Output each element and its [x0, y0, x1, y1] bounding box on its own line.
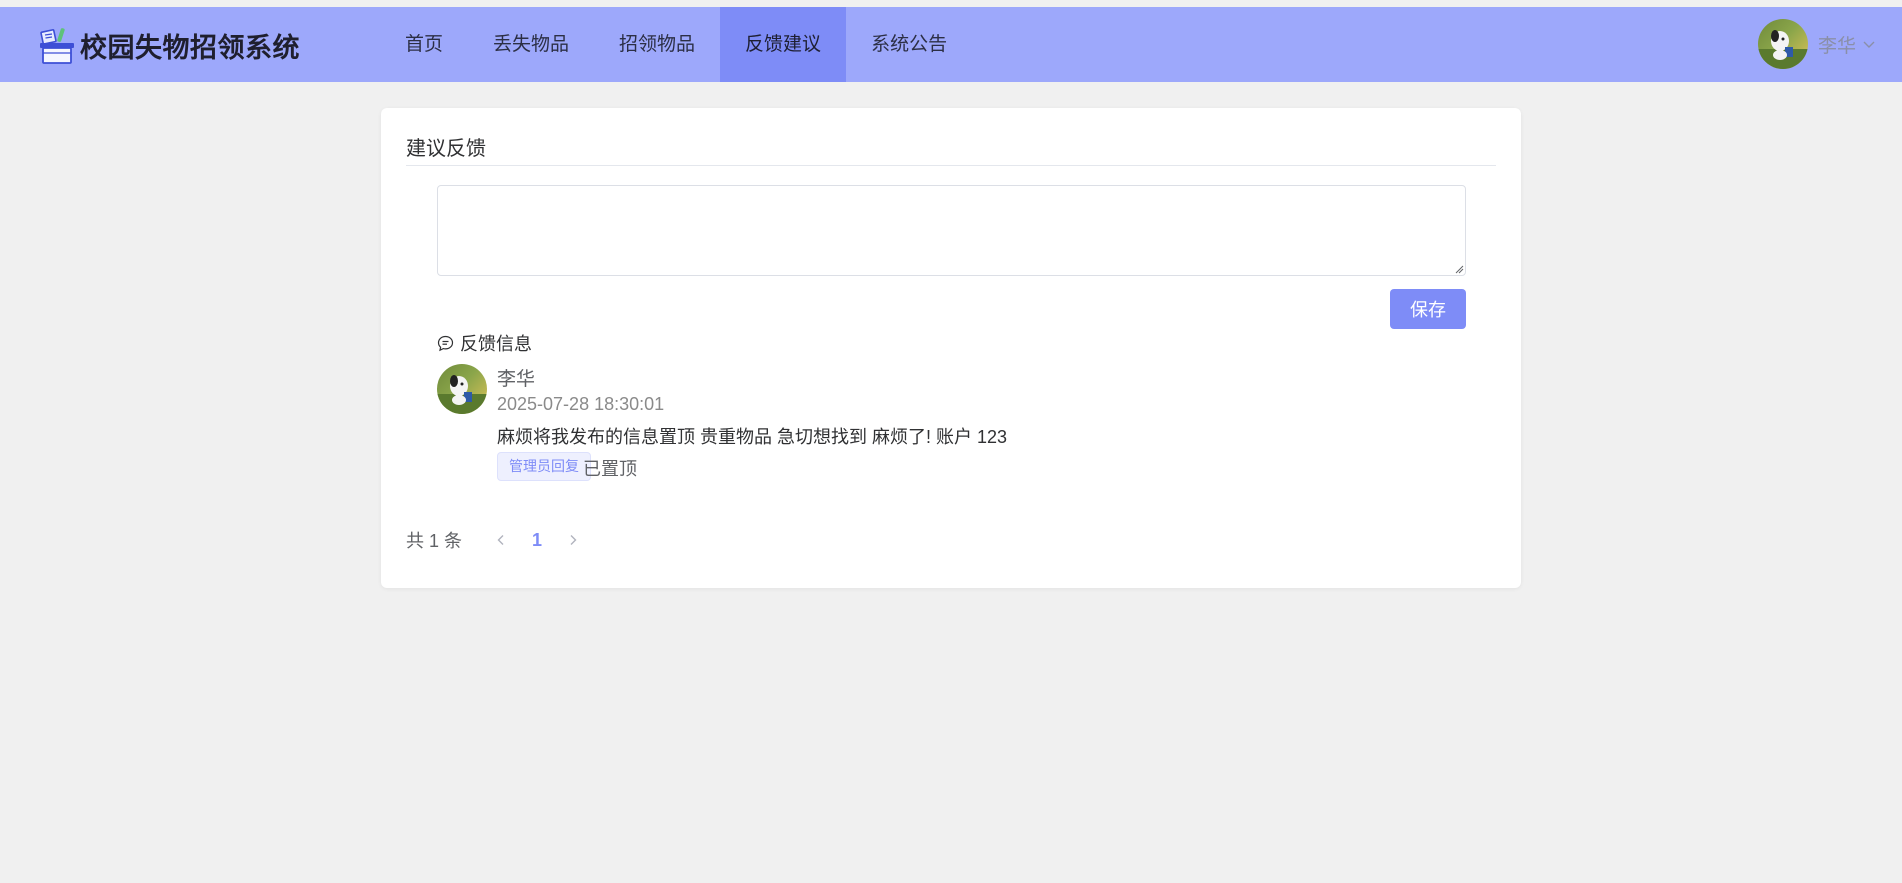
- prev-page-button[interactable]: [490, 526, 512, 554]
- feedback-content: 麻烦将我发布的信息置顶 贵重物品 急切想找到 麻烦了! 账户 123: [497, 427, 1008, 447]
- title-divider: [406, 165, 1496, 166]
- feedback-card: 建议反馈 保存 反馈信息 李华 2025-07-28 18:30:01 麻烦将我…: [381, 108, 1521, 588]
- pagination: 共 1 条 1: [406, 526, 584, 554]
- avatar-image: [437, 375, 487, 414]
- feedback-author: 李华: [497, 369, 536, 390]
- nav-item-feedback[interactable]: 反馈建议: [720, 7, 847, 82]
- nav-item-found-items[interactable]: 招领物品: [594, 7, 720, 82]
- save-button[interactable]: 保存: [1390, 289, 1466, 329]
- chevron-down-icon[interactable]: [1862, 37, 1876, 51]
- next-page-button[interactable]: [562, 526, 584, 554]
- feedback-item: 李华 2025-07-28 18:30:01 麻烦将我发布的信息置顶 贵重物品 …: [437, 364, 1437, 494]
- section-label: 反馈信息: [460, 334, 532, 354]
- feedback-section-header: 反馈信息: [437, 329, 532, 357]
- user-name[interactable]: 李华: [1818, 31, 1856, 58]
- chevron-right-icon: [570, 535, 577, 545]
- feedback-textarea[interactable]: [437, 185, 1466, 276]
- chevron-left-icon: [497, 535, 504, 545]
- admin-reply-tag: 管理员回复: [497, 452, 591, 481]
- nav-item-home[interactable]: 首页: [380, 7, 468, 82]
- resize-grip-icon[interactable]: [1454, 264, 1464, 274]
- user-menu[interactable]: 李华: [1757, 19, 1876, 69]
- pagination-total: 共 1 条: [406, 531, 463, 551]
- nav-item-lost-items[interactable]: 丢失物品: [468, 7, 594, 82]
- chat-bubble-icon: [437, 335, 454, 351]
- avatar-image: [1757, 30, 1808, 69]
- admin-reply-text: 已置顶: [583, 459, 637, 479]
- brand[interactable]: 校园失物招领系统: [38, 23, 300, 67]
- card-title: 建议反馈: [406, 138, 486, 160]
- avatar: [437, 364, 487, 414]
- lost-found-box-icon: [40, 28, 74, 64]
- user-avatar[interactable]: [1757, 19, 1808, 69]
- feedback-time: 2025-07-28 18:30:01: [497, 394, 665, 414]
- nav-item-announcements[interactable]: 系统公告: [846, 7, 972, 82]
- app-title: 校园失物招领系统: [80, 32, 300, 63]
- page-number[interactable]: 1: [532, 530, 542, 551]
- top-navbar: 校园失物招领系统 首页 丢失物品 招领物品 反馈建议 系统公告 李华: [0, 7, 1902, 82]
- main-nav: 首页 丢失物品 招领物品 反馈建议 系统公告: [380, 7, 972, 82]
